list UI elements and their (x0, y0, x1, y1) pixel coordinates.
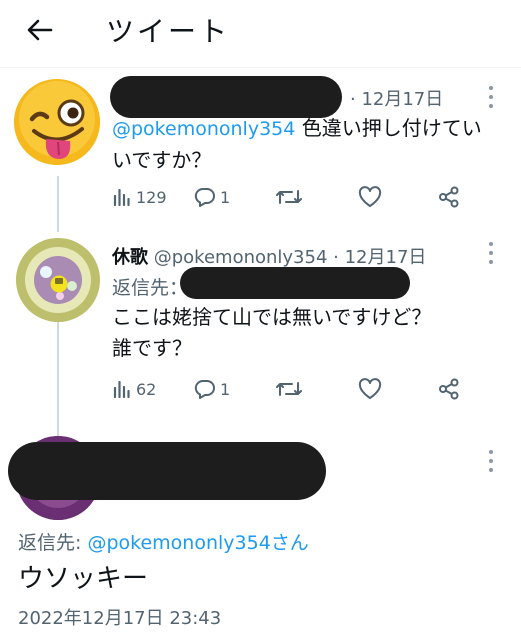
winking-tongue-emoji-icon (14, 79, 100, 165)
heart-icon (358, 378, 382, 399)
views-count: 62 (136, 379, 157, 399)
retweet-button[interactable] (276, 183, 302, 211)
top-bar: ツイート (0, 0, 521, 62)
reply-to-label: 返信先: (18, 532, 88, 554)
tweet-text-line2: 誰です？ (112, 336, 192, 360)
redacted-user-info (8, 442, 326, 500)
share-button[interactable] (438, 375, 460, 403)
avatar[interactable] (14, 79, 100, 165)
views-count: 129 (136, 187, 167, 207)
tweet-text: ウソッキー (18, 564, 149, 594)
dot-icon (489, 242, 493, 246)
share-button[interactable] (438, 183, 460, 211)
header-divider (0, 67, 521, 68)
tweet-timestamp[interactable]: 2022年12月17日 23:43 (18, 604, 221, 630)
avatar[interactable] (16, 238, 100, 322)
dot-icon (489, 468, 493, 472)
tweet-date: · 12月17日 (350, 89, 444, 110)
bar-chart-icon (113, 380, 130, 399)
thread-line (57, 176, 59, 232)
tweet-text: ここは姥捨て山では無いですけど？ 誰です？ (112, 302, 431, 364)
tweet-text: @pokemononly354 色違い押し付けてい いですか？ (112, 113, 482, 176)
mention-link[interactable]: @pokemononly354 (112, 118, 295, 140)
retweet-button[interactable] (276, 375, 302, 403)
reply-to-label: 返信先： (112, 277, 189, 299)
dot-icon (489, 459, 493, 463)
tweet-text-line1: ここは姥捨て山では無いですけど？ (112, 305, 432, 329)
dot-icon (489, 251, 493, 255)
heart-icon (358, 186, 382, 207)
user-handle[interactable]: @pokemononly354 (154, 247, 328, 268)
dot-icon (489, 260, 493, 264)
mention-link[interactable]: @pokemononly354さん (87, 532, 308, 554)
tweet-date: · 12月17日 (333, 247, 427, 268)
reply-button[interactable]: 1 (194, 183, 230, 211)
back-button[interactable] (22, 12, 58, 48)
dot-icon (489, 104, 493, 108)
gem-avatar-icon (16, 238, 100, 322)
dot-icon (489, 450, 493, 454)
thread-line (57, 318, 59, 436)
reply-bubble-icon (194, 187, 215, 207)
dot-icon (489, 95, 493, 99)
reply-count: 1 (220, 379, 231, 399)
bar-chart-icon (113, 188, 130, 207)
arrow-left-icon (27, 19, 53, 41)
tweet-text-line2: いですか？ (112, 148, 212, 172)
reply-to-line: 返信先: @pokemononly354さん (18, 528, 309, 555)
redacted-user-name (110, 76, 342, 118)
retweet-icon (276, 190, 302, 204)
reply-button[interactable]: 1 (194, 375, 230, 403)
like-button[interactable] (358, 375, 382, 403)
tweet-actions: 129 1 (112, 183, 472, 211)
more-options-button[interactable] (488, 450, 494, 472)
retweet-icon (276, 382, 302, 396)
more-options-button[interactable] (488, 86, 494, 108)
share-icon (439, 186, 459, 208)
views-button[interactable]: 129 (112, 183, 167, 211)
tweet-header: 休歌 @pokemononly354 · 12月17日 (112, 243, 426, 269)
redacted-reply-handle (180, 267, 410, 299)
page-title: ツイート (106, 15, 231, 48)
tweet-actions: 62 1 (112, 375, 472, 403)
share-icon (439, 378, 459, 400)
more-options-button[interactable] (488, 242, 494, 264)
views-button[interactable]: 62 (112, 375, 156, 403)
like-button[interactable] (358, 183, 382, 211)
user-name[interactable]: 休歌 (112, 247, 148, 268)
tweet-text-line1: 色違い押し付けてい (301, 116, 482, 140)
reply-bubble-icon (194, 379, 215, 399)
reply-count: 1 (220, 187, 231, 207)
dot-icon (489, 86, 493, 90)
